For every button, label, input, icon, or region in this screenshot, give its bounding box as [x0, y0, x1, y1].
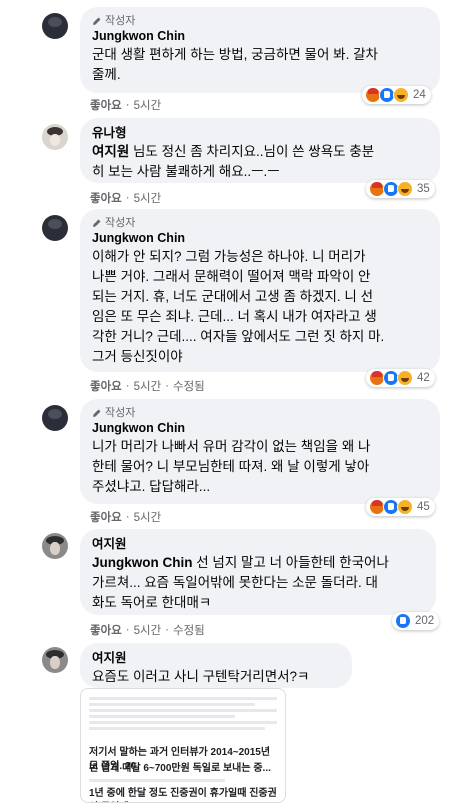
author-badge-label: 작성자	[105, 407, 136, 419]
comment-text: 군대 생활 편하게 하는 방법, 궁금하면 물어 봐. 갈차 줄께.	[92, 47, 378, 82]
comment-text: 니가 머리가 나빠서 유머 감각이 없는 책임을 왜 나 한테 물어? 니 부모…	[92, 439, 371, 494]
reaction-count: 35	[417, 183, 430, 195]
author-badge-label: 작성자	[105, 15, 136, 27]
timestamp[interactable]: 5시간	[134, 190, 162, 206]
avatar[interactable]	[42, 13, 68, 39]
commenter-name[interactable]: 여지원	[92, 650, 340, 667]
separator: ·	[125, 380, 130, 392]
reaction-summary[interactable]: 42	[366, 369, 435, 387]
commenter-name[interactable]: 여지원	[92, 536, 424, 553]
separator: ·	[165, 380, 169, 392]
mention-link[interactable]: Jungkwon Chin	[92, 555, 193, 570]
separator: ·	[125, 624, 130, 636]
author-badge: 작성자	[92, 406, 428, 420]
comment-actions: 좋아요 · 5시간	[90, 509, 161, 525]
avatar[interactable]	[42, 215, 68, 241]
like-button[interactable]: 좋아요	[90, 190, 122, 206]
timestamp[interactable]: 5시간	[134, 378, 162, 394]
avatar[interactable]	[42, 405, 68, 431]
comment-bubble: 작성자 Jungkwon Chin 이해가 안 되지? 그럼 가능성은 하나야.…	[80, 209, 440, 372]
author-badge: 작성자	[92, 14, 428, 28]
comment-actions: 좋아요 · 5시간	[90, 190, 161, 206]
comment-bubble: 유나형 여지원 님도 정신 좀 차리지요..님이 쓴 쌍욕도 충분 히 보는 사…	[80, 118, 440, 183]
comment-text: Jungkwon Chin 선 넘지 말고 너 아들한테 한국어나 가르쳐...…	[92, 555, 389, 610]
reaction-summary[interactable]: 35	[366, 180, 435, 198]
haha-reaction-icon	[397, 499, 413, 515]
reaction-count: 24	[413, 89, 426, 101]
avatar[interactable]	[42, 124, 68, 150]
commenter-name[interactable]: Jungkwon Chin	[92, 28, 428, 45]
comment-text: 여지원 님도 정신 좀 차리지요..님이 쓴 쌍욕도 충분 히 보는 사람 불쾌…	[92, 144, 375, 179]
comment-actions: 좋아요 · 5시간	[90, 97, 161, 113]
comment-text: 이해가 안 되지? 그럼 가능성은 하나야. 니 머리가 나쁜 거야. 그래서 …	[92, 249, 385, 364]
image-text-line: 년 넘게 매달 6~700만원 독일로 보내는 중...	[89, 763, 271, 774]
like-reaction-icon	[395, 613, 411, 629]
avatar[interactable]	[42, 533, 68, 559]
commenter-name[interactable]: Jungkwon Chin	[92, 420, 428, 437]
like-button[interactable]: 좋아요	[90, 378, 122, 394]
timestamp[interactable]: 5시간	[134, 97, 162, 113]
mention-link[interactable]: 여지원	[92, 144, 129, 159]
author-badge: 작성자	[92, 216, 428, 230]
reaction-summary[interactable]: 202	[392, 612, 440, 630]
reaction-summary[interactable]: 24	[362, 86, 431, 104]
comment-image-attachment[interactable]: 저기서 말하는 과거 인터뷰가 2014~2015년도 쯤임. 20 년 넘게 …	[80, 688, 286, 803]
edited-label[interactable]: 수정됨	[173, 622, 205, 638]
edited-label[interactable]: 수정됨	[173, 378, 205, 394]
avatar[interactable]	[42, 647, 68, 673]
reaction-summary[interactable]: 45	[366, 498, 435, 516]
haha-reaction-icon	[393, 87, 409, 103]
comment-text: 요즘도 이러고 사니 구텐탁거리면서?ㅋ	[92, 669, 310, 684]
like-button[interactable]: 좋아요	[90, 622, 122, 638]
pencil-icon	[93, 409, 101, 417]
timestamp[interactable]: 5시간	[134, 622, 162, 638]
separator: ·	[125, 192, 130, 204]
comment-bubble: 여지원 요즘도 이러고 사니 구텐탁거리면서?ㅋ	[80, 643, 352, 688]
separator: ·	[125, 511, 130, 523]
commenter-name[interactable]: Jungkwon Chin	[92, 230, 428, 247]
separator: ·	[165, 624, 169, 636]
comment-actions: 좋아요 · 5시간 · 수정됨	[90, 622, 205, 638]
separator: ·	[125, 99, 130, 111]
comment-bubble: 여지원 Jungkwon Chin 선 넘지 말고 너 아들한테 한국어나 가르…	[80, 529, 436, 615]
pencil-icon	[93, 219, 101, 227]
reaction-count: 42	[417, 372, 430, 384]
haha-reaction-icon	[397, 370, 413, 386]
comment-bubble: 작성자 Jungkwon Chin 니가 머리가 나빠서 유머 감각이 없는 책…	[80, 399, 440, 504]
commenter-name[interactable]: 유나형	[92, 125, 428, 142]
author-badge-label: 작성자	[105, 217, 136, 229]
pencil-icon	[93, 17, 101, 25]
comment-actions: 좋아요 · 5시간 · 수정됨	[90, 378, 205, 394]
reaction-count: 45	[417, 501, 430, 513]
timestamp[interactable]: 5시간	[134, 509, 162, 525]
reaction-count: 202	[415, 615, 435, 627]
comment-bubble: 작성자 Jungkwon Chin 군대 생활 편하게 하는 방법, 궁금하면 …	[80, 7, 440, 93]
like-button[interactable]: 좋아요	[90, 509, 122, 525]
like-button[interactable]: 좋아요	[90, 97, 122, 113]
haha-reaction-icon	[397, 181, 413, 197]
